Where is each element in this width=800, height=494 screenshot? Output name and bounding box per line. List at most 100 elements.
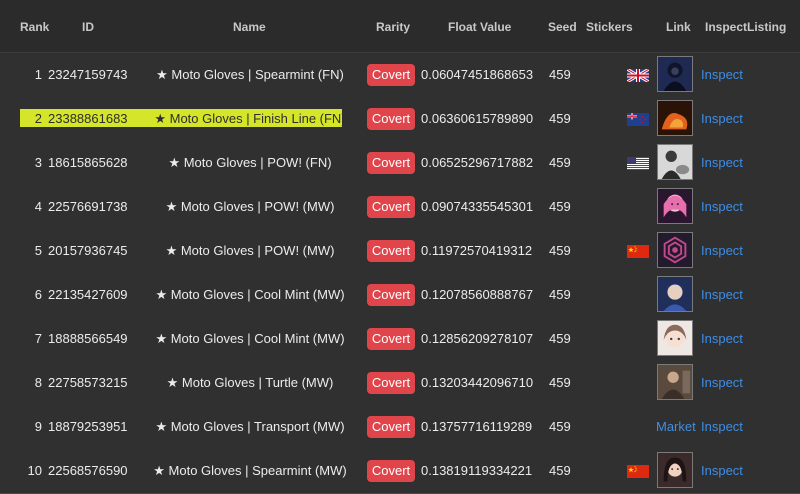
float-value-cell: 0.13819119334221 (421, 463, 533, 478)
id-cell: 22576691738 (48, 199, 128, 214)
item-name-cell: ★ Moto Gloves | Spearmint (MW) (153, 463, 347, 478)
table-row[interactable]: 7 18888566549 ★ Moto Gloves | Cool Mint (M… (0, 317, 800, 362)
column-header-link[interactable]: Link (666, 20, 691, 34)
photo-person-avatar[interactable] (657, 364, 693, 400)
table-header: Rank ID Name Rarity Float Value Seed Sti… (0, 0, 800, 53)
id-cell: 23247159743 (48, 67, 128, 82)
seed-cell: 459 (549, 111, 571, 126)
column-header-id[interactable]: ID (82, 20, 94, 34)
rank-cell: 10 (27, 463, 42, 478)
table-row[interactable]: 3 18615865628 ★ Moto Gloves | POW! (FN) Cov… (0, 141, 800, 186)
table-row[interactable]: 2 23388861683 ★ Moto Gloves | Finish Line … (0, 97, 800, 142)
results-table: Rank ID Name Rarity Float Value Seed Sti… (0, 0, 800, 494)
new-zealand-flag (627, 113, 649, 126)
rarity-badge: Covert (367, 64, 415, 86)
column-header-inspect[interactable]: Inspect (705, 20, 747, 34)
item-name-cell: ★ Moto Gloves | Cool Mint (MW) (155, 331, 345, 346)
column-header-name[interactable]: Name (233, 20, 266, 34)
table-row[interactable]: 4 22576691738 ★ Moto Gloves | POW! (MW) Cov… (0, 185, 800, 230)
rarity-badge: Covert (367, 372, 415, 394)
anime-girl-face-avatar[interactable] (657, 320, 693, 356)
rank-cell: 2 (34, 111, 42, 126)
pink-anime-girl-avatar[interactable] (657, 188, 693, 224)
uk-flag (626, 67, 650, 84)
seed-cell: 459 (549, 243, 571, 258)
china-flag (627, 465, 649, 478)
inspect-link[interactable]: Inspect (701, 449, 743, 493)
column-header-stickers[interactable]: Stickers (586, 20, 633, 34)
rarity-badge: Covert (367, 196, 415, 218)
rank-cell: 7 (34, 331, 42, 346)
id-cell: 18615865628 (48, 155, 128, 170)
orange-fire-avatar[interactable] (657, 100, 693, 136)
usa-flag (627, 157, 649, 170)
item-name-cell: ★ Moto Gloves | POW! (MW) (165, 243, 335, 258)
column-header-float-value[interactable]: Float Value (448, 20, 511, 34)
item-name-cell: ★ Moto Gloves | Spearmint (FN) (156, 67, 344, 82)
blue-anime-character-avatar[interactable] (657, 276, 693, 312)
rarity-badge: Covert (367, 108, 415, 130)
rarity-badge: Covert (367, 328, 415, 350)
inspect-link[interactable]: Inspect (701, 141, 743, 185)
item-name-cell: ★ Moto Gloves | Turtle (MW) (166, 375, 334, 390)
column-header-listing[interactable]: Listing (747, 20, 786, 34)
inspect-link[interactable]: Inspect (701, 229, 743, 273)
table-row[interactable]: 5 20157936745 ★ Moto Gloves | POW! (MW) Cov… (0, 229, 800, 274)
market-link[interactable]: Market (656, 405, 696, 449)
rank-cell: 8 (34, 375, 42, 390)
float-value-cell: 0.13203442096710 (421, 375, 534, 390)
float-value-cell: 0.12856209278107 (421, 331, 534, 346)
seed-cell: 459 (549, 199, 571, 214)
purple-hexagon-logo-avatar[interactable] (657, 232, 693, 268)
inspect-link[interactable]: Inspect (701, 185, 743, 229)
float-value-cell: 0.06360615789890 (421, 111, 534, 126)
dark-hooded-figure-avatar[interactable] (657, 56, 693, 92)
rank-cell: 3 (34, 155, 42, 170)
rarity-badge: Covert (367, 284, 415, 306)
inspect-link[interactable]: Inspect (701, 317, 743, 361)
figure-with-dog-avatar[interactable] (657, 144, 693, 180)
seed-cell: 459 (549, 375, 571, 390)
id-cell: 22758573215 (48, 375, 128, 390)
column-header-rarity[interactable]: Rarity (376, 20, 410, 34)
inspect-link[interactable]: Inspect (701, 361, 743, 405)
rarity-badge: Covert (367, 152, 415, 174)
inspect-link[interactable]: Inspect (701, 97, 743, 141)
rank-cell: 6 (34, 287, 42, 302)
item-name-cell: ★ Moto Gloves | Finish Line (FN) (154, 111, 346, 126)
float-value-cell: 0.09074335545301 (421, 199, 534, 214)
float-value-cell: 0.06525296717882 (421, 155, 534, 170)
table-row[interactable]: 9 18879253951 ★ Moto Gloves | Transport (M… (0, 405, 800, 450)
inspect-link[interactable]: Inspect (701, 53, 743, 97)
float-value-cell: 0.11972570419312 (421, 243, 533, 258)
item-name-cell: ★ Moto Gloves | Cool Mint (MW) (155, 287, 345, 302)
seed-cell: 459 (549, 463, 571, 478)
woman-portrait-avatar[interactable] (657, 452, 693, 488)
seed-cell: 459 (549, 67, 571, 82)
id-cell: 23388861683 (48, 111, 128, 126)
table-row[interactable]: 8 22758573215 ★ Moto Gloves | Turtle (MW) C… (0, 361, 800, 406)
float-value-cell: 0.12078560888767 (421, 287, 534, 302)
table-row[interactable]: 10 22568576590 ★ Moto Gloves | Spearmint (… (0, 449, 800, 494)
item-name-cell: ★ Moto Gloves | Transport (MW) (155, 419, 345, 434)
float-value-cell: 0.06047451868653 (421, 67, 534, 82)
seed-cell: 459 (549, 287, 571, 302)
rarity-badge: Covert (367, 416, 415, 438)
float-value-cell: 0.13757716119289 (421, 419, 533, 434)
seed-cell: 459 (549, 155, 571, 170)
table-row[interactable]: 1 23247159743 ★ Moto Gloves | Spearmint (F… (0, 53, 800, 98)
column-header-seed[interactable]: Seed (548, 20, 577, 34)
rank-cell: 1 (34, 67, 42, 82)
rank-cell: 4 (34, 199, 42, 214)
item-name-cell: ★ Moto Gloves | POW! (MW) (165, 199, 335, 214)
id-cell: 22568576590 (48, 463, 128, 478)
table-row[interactable]: 6 22135427609 ★ Moto Gloves | Cool Mint (M… (0, 273, 800, 318)
china-flag (627, 245, 649, 258)
inspect-link[interactable]: Inspect (701, 405, 743, 449)
rank-cell: 9 (34, 419, 42, 434)
inspect-link[interactable]: Inspect (701, 273, 743, 317)
column-header-rank[interactable]: Rank (20, 20, 49, 34)
id-cell: 18888566549 (48, 331, 128, 346)
seed-cell: 459 (549, 331, 571, 346)
item-name-cell: ★ Moto Gloves | POW! (FN) (168, 155, 332, 170)
